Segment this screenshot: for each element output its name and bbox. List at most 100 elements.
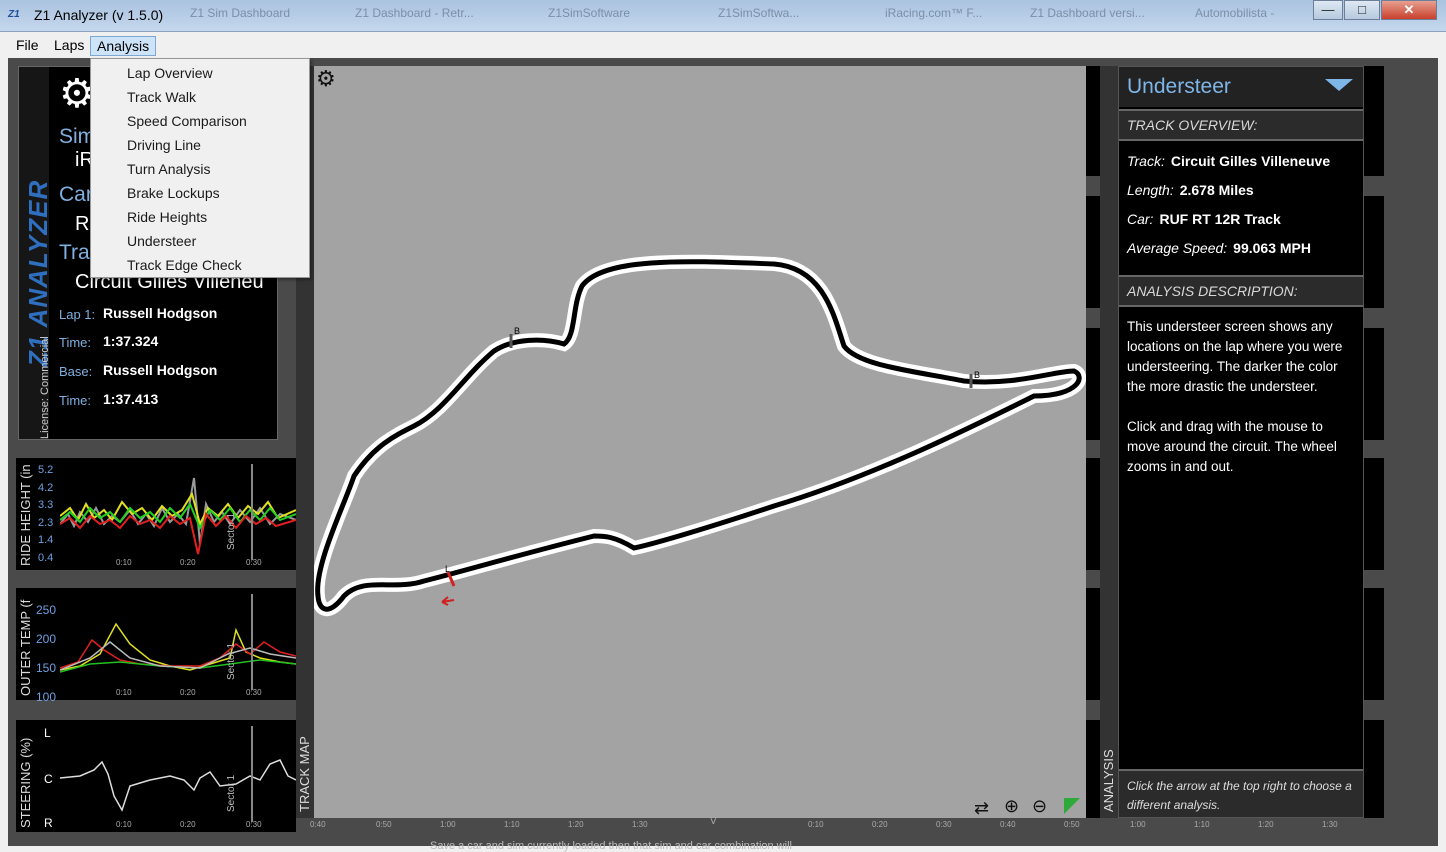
- analysis-label: ANALYSIS: [1101, 749, 1116, 812]
- steering-chart[interactable]: STEERING (%) L C R Sector 1 0:10 0:20 0:…: [16, 720, 296, 832]
- track-outline: [314, 254, 1086, 617]
- xtick: 0:20: [180, 820, 196, 829]
- brake-marker: B: [514, 326, 521, 336]
- title-bar: Z1 Z1 Analyzer (v 1.5.0) Z1 Sim Dashboar…: [0, 0, 1446, 32]
- tick: 3.3: [38, 499, 54, 511]
- track-map[interactable]: ⚙ B B L ⇄ ⊕ ⊖: [314, 66, 1086, 818]
- right-bottom-axis: 0:10 0:20 0:30 0:40 0:50 1:00 1:10 1:20 …: [724, 820, 1384, 830]
- brake-marker: B: [974, 370, 981, 380]
- menu-file[interactable]: File: [10, 36, 45, 56]
- xtick: 0:20: [872, 820, 888, 829]
- length-value: 2.678 Miles: [1179, 182, 1254, 198]
- track-value: Circuit Gilles Villeneuve: [1170, 153, 1331, 169]
- length-key: Length:: [1127, 182, 1174, 198]
- menu-laps[interactable]: Laps: [48, 36, 90, 56]
- car-label: Car: [59, 183, 93, 206]
- menu-item-ride-heights[interactable]: Ride Heights: [127, 209, 207, 225]
- background-tab: Z1 Sim Dashboard: [190, 6, 291, 20]
- xtick: 0:40: [310, 820, 326, 829]
- bg-chart-sliver: [1364, 720, 1384, 818]
- close-button[interactable]: ✕: [1381, 0, 1437, 20]
- lap1-label: Lap 1:: [59, 307, 96, 322]
- license-label: License: Commercial: [39, 336, 51, 439]
- car-row: Car: RUF RT 12R Track: [1127, 211, 1281, 227]
- tick: C: [44, 772, 53, 786]
- xtick: 0:50: [376, 820, 392, 829]
- menu-item-driving-line[interactable]: Driving Line: [127, 137, 201, 153]
- ride-height-ylabel: RIDE HEIGHT (in: [18, 464, 33, 566]
- steering-plot: [60, 726, 296, 822]
- track-row: Track: Circuit Gilles Villeneuve: [1127, 153, 1330, 169]
- tick: 4.2: [38, 481, 54, 494]
- bg-chart-sliver: [1364, 66, 1384, 176]
- app-logo-icon: Z1: [8, 9, 20, 20]
- bg-chart-sliver: [1364, 588, 1384, 700]
- analysis-description-header: ANALYSIS DESCRIPTION:: [1119, 275, 1363, 307]
- tick: 150: [36, 661, 57, 675]
- background-tab: Z1SimSoftware: [548, 6, 631, 20]
- xtick: 1:10: [504, 820, 520, 829]
- menu-bar: File Laps Analysis: [8, 34, 1438, 58]
- zoom-in-icon[interactable]: ⊕: [1004, 796, 1019, 817]
- sector-marker: Sector 1: [226, 642, 237, 680]
- length-row: Length: 2.678 Miles: [1127, 182, 1254, 198]
- description-paragraph: This understeer screen shows any locatio…: [1127, 319, 1343, 394]
- menu-item-track-walk[interactable]: Track Walk: [127, 89, 196, 105]
- window-title: Z1 Analyzer (v 1.5.0): [34, 7, 164, 23]
- bg-chart-sliver: [1086, 196, 1100, 308]
- menu-item-lap-overview[interactable]: Lap Overview: [127, 65, 213, 81]
- track-overview-header: TRACK OVERVIEW:: [1119, 109, 1363, 141]
- xtick: 1:20: [568, 820, 584, 829]
- xtick: 0:10: [116, 558, 132, 567]
- analysis-strip: ANALYSIS: [1100, 66, 1118, 818]
- analysis-dropdown-arrow-icon[interactable]: [1325, 79, 1353, 91]
- bg-chart-sliver: [1364, 458, 1384, 570]
- steering-ylabel: STEERING (%): [18, 737, 33, 828]
- maximize-button[interactable]: □: [1344, 0, 1380, 20]
- sector-marker: Sector 1: [226, 512, 237, 550]
- menu-item-brake-lockups[interactable]: Brake Lockups: [127, 185, 220, 201]
- minimize-button[interactable]: —: [1313, 0, 1343, 20]
- outer-temp-plot: [60, 594, 296, 690]
- zoom-out-icon[interactable]: ⊖: [1032, 796, 1047, 817]
- tick: 0.4: [38, 551, 54, 564]
- ride-height-ticks: 5.2 4.2 3.3 2.3 1.4 0.4: [38, 462, 53, 567]
- track-key: Track:: [1127, 153, 1165, 169]
- lap1-time: 1:37.324: [103, 333, 159, 349]
- outer-temp-chart[interactable]: OUTER TEMP (f 250 200 150 100 Sector 1 0…: [16, 588, 296, 704]
- xtick: 0:30: [936, 820, 952, 829]
- axis-label: V: [710, 816, 717, 827]
- tick: 1.4: [38, 534, 54, 546]
- menu-item-track-edge-check[interactable]: Track Edge Check: [127, 257, 242, 273]
- map-bottom-axis: 0:40 0:50 1:00 1:10 1:20 1:30: [310, 820, 690, 830]
- bg-chart-sliver: [1086, 66, 1100, 176]
- menu-item-turn-analysis[interactable]: Turn Analysis: [127, 161, 211, 177]
- bg-chart-sliver: [1086, 458, 1100, 570]
- analysis-header[interactable]: Understeer: [1119, 67, 1363, 107]
- bg-chart-sliver: [1086, 328, 1100, 440]
- xtick: 0:40: [1000, 820, 1016, 829]
- menu-item-speed-comparison[interactable]: Speed Comparison: [127, 113, 247, 129]
- background-tab: Z1SimSoftwa...: [718, 6, 800, 20]
- xtick: 0:20: [180, 688, 196, 697]
- outer-temp-ylabel: OUTER TEMP (f: [18, 599, 33, 696]
- bg-chart-sliver: [1364, 196, 1384, 308]
- menu-analysis[interactable]: Analysis: [90, 36, 157, 56]
- xtick: 0:10: [116, 820, 132, 829]
- menu-item-understeer[interactable]: Understeer: [127, 233, 196, 249]
- status-ghost-text: Save a car and sim currently loaded then…: [430, 840, 792, 852]
- ride-height-chart[interactable]: RIDE HEIGHT (in 5.2 4.2 3.3 2.3 1.4 0.4 …: [16, 458, 296, 570]
- sector-marker: Sector 1: [226, 774, 237, 812]
- xtick: 1:30: [632, 820, 648, 829]
- swap-icon[interactable]: ⇄: [974, 798, 989, 819]
- description-paragraph: Click and drag with the mouse to move ar…: [1127, 419, 1337, 474]
- analysis-panel: Understeer TRACK OVERVIEW: Track: Circuit…: [1118, 66, 1364, 818]
- xtick: 1:10: [1194, 820, 1210, 829]
- lap1-driver: Russell Hodgson: [103, 305, 218, 321]
- xtick: 1:00: [1130, 820, 1146, 829]
- analysis-title: Understeer: [1127, 75, 1231, 98]
- xtick: 0:30: [246, 688, 262, 697]
- tick: R: [44, 816, 53, 830]
- tick: L: [44, 726, 51, 740]
- track-label: Tra: [59, 241, 90, 264]
